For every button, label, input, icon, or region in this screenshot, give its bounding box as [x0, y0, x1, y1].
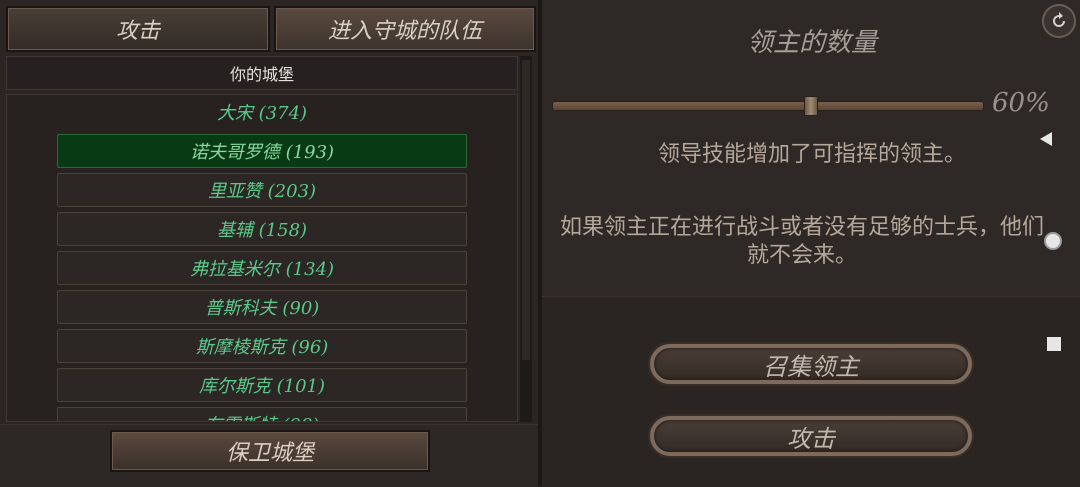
- lords-count-title: 领主的数量: [746, 28, 877, 58]
- castle-list-item[interactable]: 普斯科夫 (90): [57, 290, 467, 324]
- action-area: [542, 296, 1080, 487]
- castle-list-header: 你的城堡: [6, 56, 518, 90]
- lords-count-slider-thumb[interactable]: [804, 96, 818, 116]
- castle-list-item[interactable]: 基辅 (158): [57, 212, 467, 246]
- castle-list-item[interactable]: 诺夫哥罗德 (193): [57, 134, 467, 168]
- castle-list-scroll-thumb[interactable]: [522, 60, 530, 360]
- nav-back-icon[interactable]: [1040, 132, 1052, 146]
- castle-list-item[interactable]: 弗拉基米尔 (134): [57, 251, 467, 285]
- lords-count-value: 60%: [992, 88, 1050, 118]
- rotate-icon[interactable]: [1042, 4, 1076, 38]
- tab-defend-queue[interactable]: 进入守城的队伍: [274, 6, 536, 52]
- leadership-description: 领导技能增加了可指挥的领主。: [657, 142, 966, 167]
- castle-list-item[interactable]: 大宋 (374): [57, 95, 467, 129]
- castle-list-item[interactable]: 布雷斯特 (98): [57, 407, 467, 421]
- castle-list-item[interactable]: 库尔斯克 (101): [57, 368, 467, 402]
- rotate-arrow-icon: [1053, 12, 1065, 27]
- castle-list-item[interactable]: 斯摩棱斯克 (96): [57, 329, 467, 363]
- tab-attack[interactable]: 攻击: [6, 6, 270, 52]
- nav-recent-icon[interactable]: [1047, 337, 1061, 351]
- unavailable-lords-description: 如果领主正在进行战斗或者没有足够的士兵，他们就不会来。: [559, 215, 1044, 268]
- lords-count-slider[interactable]: [552, 101, 984, 111]
- castle-list[interactable]: 大宋 (374) 诺夫哥罗德 (193) 里亚赞 (203) 基辅 (158) 弗拉基米…: [6, 94, 518, 422]
- nav-home-icon[interactable]: [1044, 232, 1062, 250]
- summon-lords-button[interactable]: 召集领主: [650, 344, 972, 384]
- defend-castle-button[interactable]: 保卫城堡: [110, 430, 430, 472]
- castle-list-item[interactable]: 里亚赞 (203): [57, 173, 467, 207]
- attack-button[interactable]: 攻击: [650, 416, 972, 456]
